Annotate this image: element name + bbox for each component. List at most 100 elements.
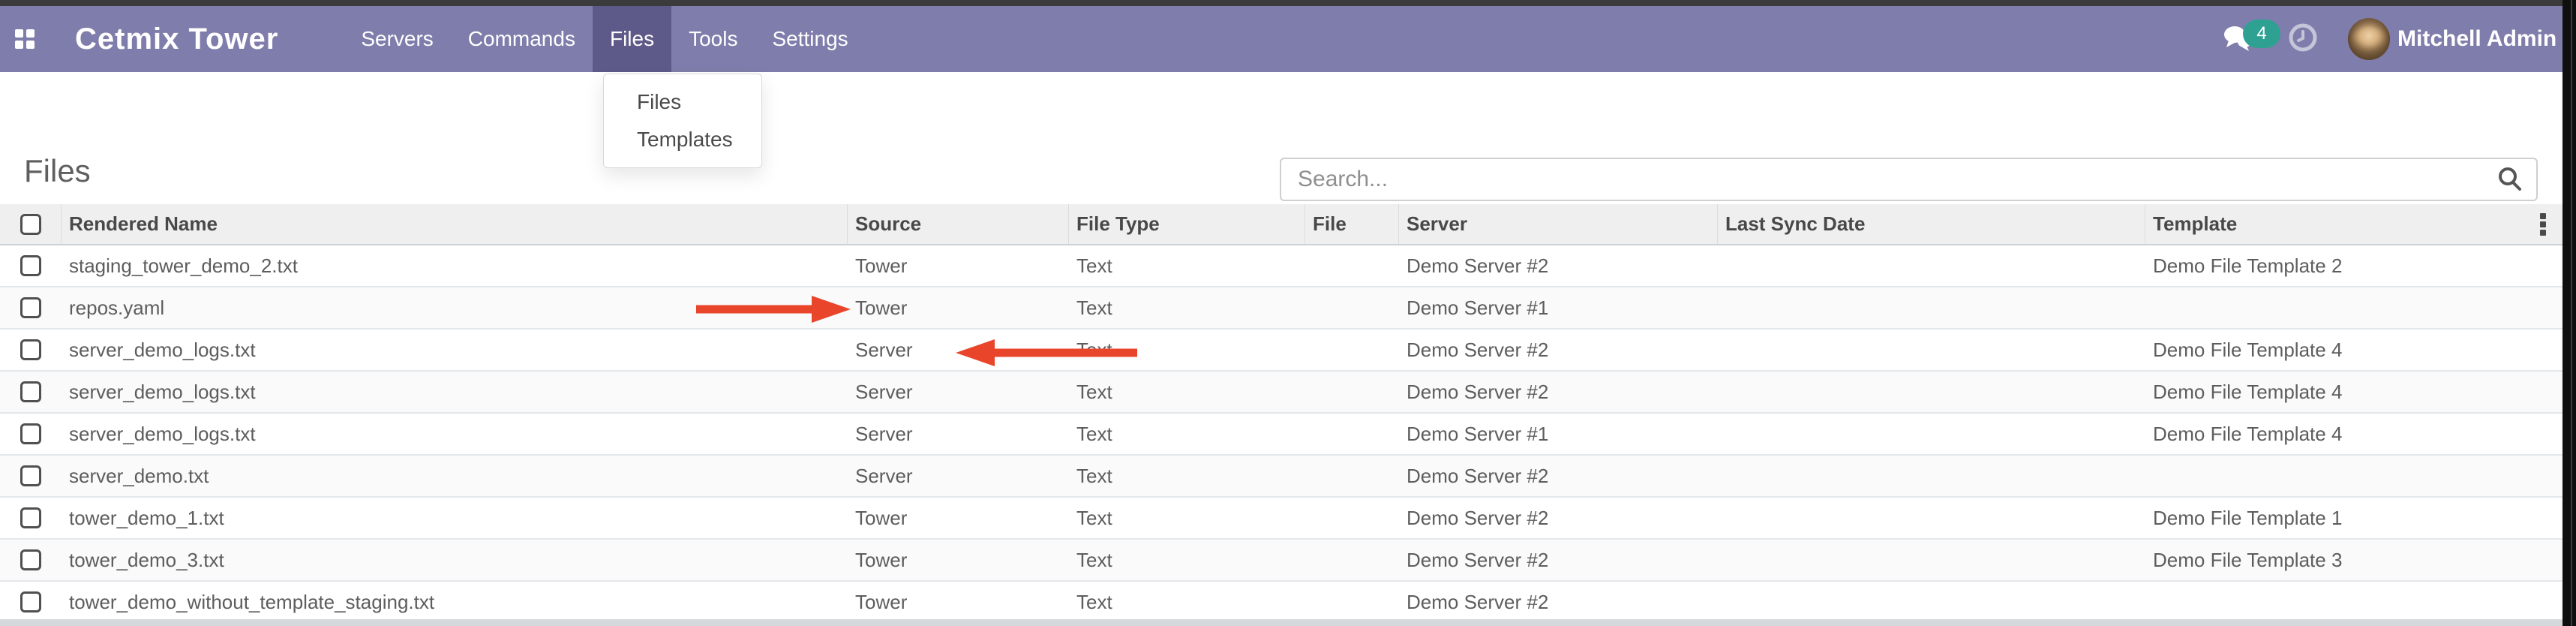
cell-source: Server [848, 372, 1069, 412]
cell-server: Demo Server #2 [1399, 582, 1718, 622]
cell-rendered-name: server_demo.txt [62, 456, 848, 496]
table-row[interactable]: server_demo.txt Server Text Demo Server … [0, 456, 2562, 498]
row-checkbox[interactable] [20, 591, 41, 612]
search-bar [1280, 158, 2538, 201]
column-header-source[interactable]: Source [848, 204, 1069, 244]
row-checkbox[interactable] [20, 339, 41, 360]
row-checkbox[interactable] [20, 381, 41, 402]
cell-rendered-name: staging_tower_demo_2.txt [62, 245, 848, 286]
user-avatar[interactable] [2348, 18, 2390, 60]
cell-server: Demo Server #1 [1399, 287, 1718, 328]
cell-source: Server [848, 414, 1069, 454]
cell-file-type: Text [1069, 330, 1305, 370]
cell-template [2145, 582, 2562, 622]
column-header-template[interactable]: Template [2145, 204, 2562, 244]
main-menu: Servers Commands Files Tools Settings [344, 6, 865, 72]
row-checkbox[interactable] [20, 465, 41, 486]
cell-server: Demo Server #2 [1399, 456, 1718, 496]
cell-file [1305, 582, 1399, 622]
cell-file [1305, 414, 1399, 454]
dropdown-item-files[interactable]: Files [604, 83, 761, 121]
column-header-file[interactable]: File [1305, 204, 1399, 244]
table-row[interactable]: tower_demo_without_template_staging.txt … [0, 582, 2562, 624]
cell-source: Tower [848, 540, 1069, 580]
cell-last-sync-date [1718, 245, 2145, 286]
cell-source: Tower [848, 287, 1069, 328]
row-checkbox[interactable] [20, 255, 41, 276]
cell-last-sync-date [1718, 498, 2145, 538]
cell-file [1305, 372, 1399, 412]
cell-template [2145, 456, 2562, 496]
cell-rendered-name: server_demo_logs.txt [62, 372, 848, 412]
cell-rendered-name: tower_demo_1.txt [62, 498, 848, 538]
row-checkbox[interactable] [20, 549, 41, 570]
table-row[interactable]: repos.yaml Tower Text Demo Server #1 [0, 287, 2562, 330]
cell-file-type: Text [1069, 540, 1305, 580]
cell-last-sync-date [1718, 456, 2145, 496]
cell-file-type: Text [1069, 582, 1305, 622]
menu-item-settings[interactable]: Settings [755, 6, 865, 72]
select-all-checkbox-cell [0, 204, 62, 244]
cell-file [1305, 456, 1399, 496]
cell-file [1305, 540, 1399, 580]
table-row[interactable]: server_demo_logs.txt Server Text Demo Se… [0, 372, 2562, 414]
search-input[interactable] [1280, 158, 2538, 201]
table-row[interactable]: tower_demo_3.txt Tower Text Demo Server … [0, 540, 2562, 582]
column-header-file-type[interactable]: File Type [1069, 204, 1305, 244]
row-checkbox[interactable] [20, 423, 41, 444]
cell-server: Demo Server #2 [1399, 498, 1718, 538]
brand-title[interactable]: Cetmix Tower [75, 6, 278, 72]
cell-rendered-name: tower_demo_3.txt [62, 540, 848, 580]
cell-last-sync-date [1718, 582, 2145, 622]
dropdown-item-templates[interactable]: Templates [604, 121, 761, 158]
cell-file-type: Text [1069, 245, 1305, 286]
cell-template: Demo File Template 4 [2145, 330, 2562, 370]
bottom-edge [0, 619, 2562, 626]
table-row[interactable]: server_demo_logs.txt Server Text Demo Se… [0, 330, 2562, 372]
cell-source: Server [848, 456, 1069, 496]
cell-file-type: Text [1069, 498, 1305, 538]
table-row[interactable]: staging_tower_demo_2.txt Tower Text Demo… [0, 245, 2562, 287]
cell-source: Tower [848, 582, 1069, 622]
cell-server: Demo Server #2 [1399, 330, 1718, 370]
cell-server: Demo Server #2 [1399, 245, 1718, 286]
apps-grid-icon [15, 29, 35, 49]
messages-button[interactable]: 4 [2222, 6, 2255, 72]
menu-item-commands[interactable]: Commands [451, 6, 593, 72]
window-right-edge [2562, 0, 2576, 626]
column-header-last-sync-date[interactable]: Last Sync Date [1718, 204, 2145, 244]
menu-item-tools[interactable]: Tools [671, 6, 755, 72]
menu-item-files[interactable]: Files [593, 6, 671, 72]
apps-menu-button[interactable] [0, 6, 50, 72]
activity-button[interactable] [2288, 6, 2318, 72]
cell-last-sync-date [1718, 372, 2145, 412]
cell-file-type: Text [1069, 287, 1305, 328]
row-checkbox[interactable] [20, 297, 41, 318]
cell-last-sync-date [1718, 540, 2145, 580]
column-header-rendered-name[interactable]: Rendered Name [62, 204, 848, 244]
window-top-edge [0, 0, 2576, 6]
clock-icon [2288, 23, 2318, 56]
cell-source: Server [848, 330, 1069, 370]
cell-last-sync-date [1718, 414, 2145, 454]
search-icon[interactable] [2496, 165, 2524, 197]
optional-columns-button[interactable] [2540, 213, 2546, 236]
cell-template: Demo File Template 1 [2145, 498, 2562, 538]
cell-file-type: Text [1069, 456, 1305, 496]
cell-last-sync-date [1718, 330, 2145, 370]
table-row[interactable]: tower_demo_1.txt Tower Text Demo Server … [0, 498, 2562, 540]
cell-rendered-name: repos.yaml [62, 287, 848, 328]
cell-template: Demo File Template 4 [2145, 414, 2562, 454]
select-all-checkbox[interactable] [20, 214, 41, 235]
table-row[interactable]: server_demo_logs.txt Server Text Demo Se… [0, 414, 2562, 456]
row-checkbox[interactable] [20, 507, 41, 528]
cell-file-type: Text [1069, 414, 1305, 454]
top-navbar: Cetmix Tower Servers Commands Files Tool… [0, 6, 2562, 72]
cell-rendered-name: server_demo_logs.txt [62, 330, 848, 370]
cell-rendered-name: server_demo_logs.txt [62, 414, 848, 454]
cell-source: Tower [848, 498, 1069, 538]
column-header-server[interactable]: Server [1399, 204, 1718, 244]
menu-item-servers[interactable]: Servers [344, 6, 450, 72]
table-header-row: Rendered Name Source File Type File Serv… [0, 204, 2562, 245]
user-menu[interactable]: Mitchell Admin [2397, 6, 2556, 72]
